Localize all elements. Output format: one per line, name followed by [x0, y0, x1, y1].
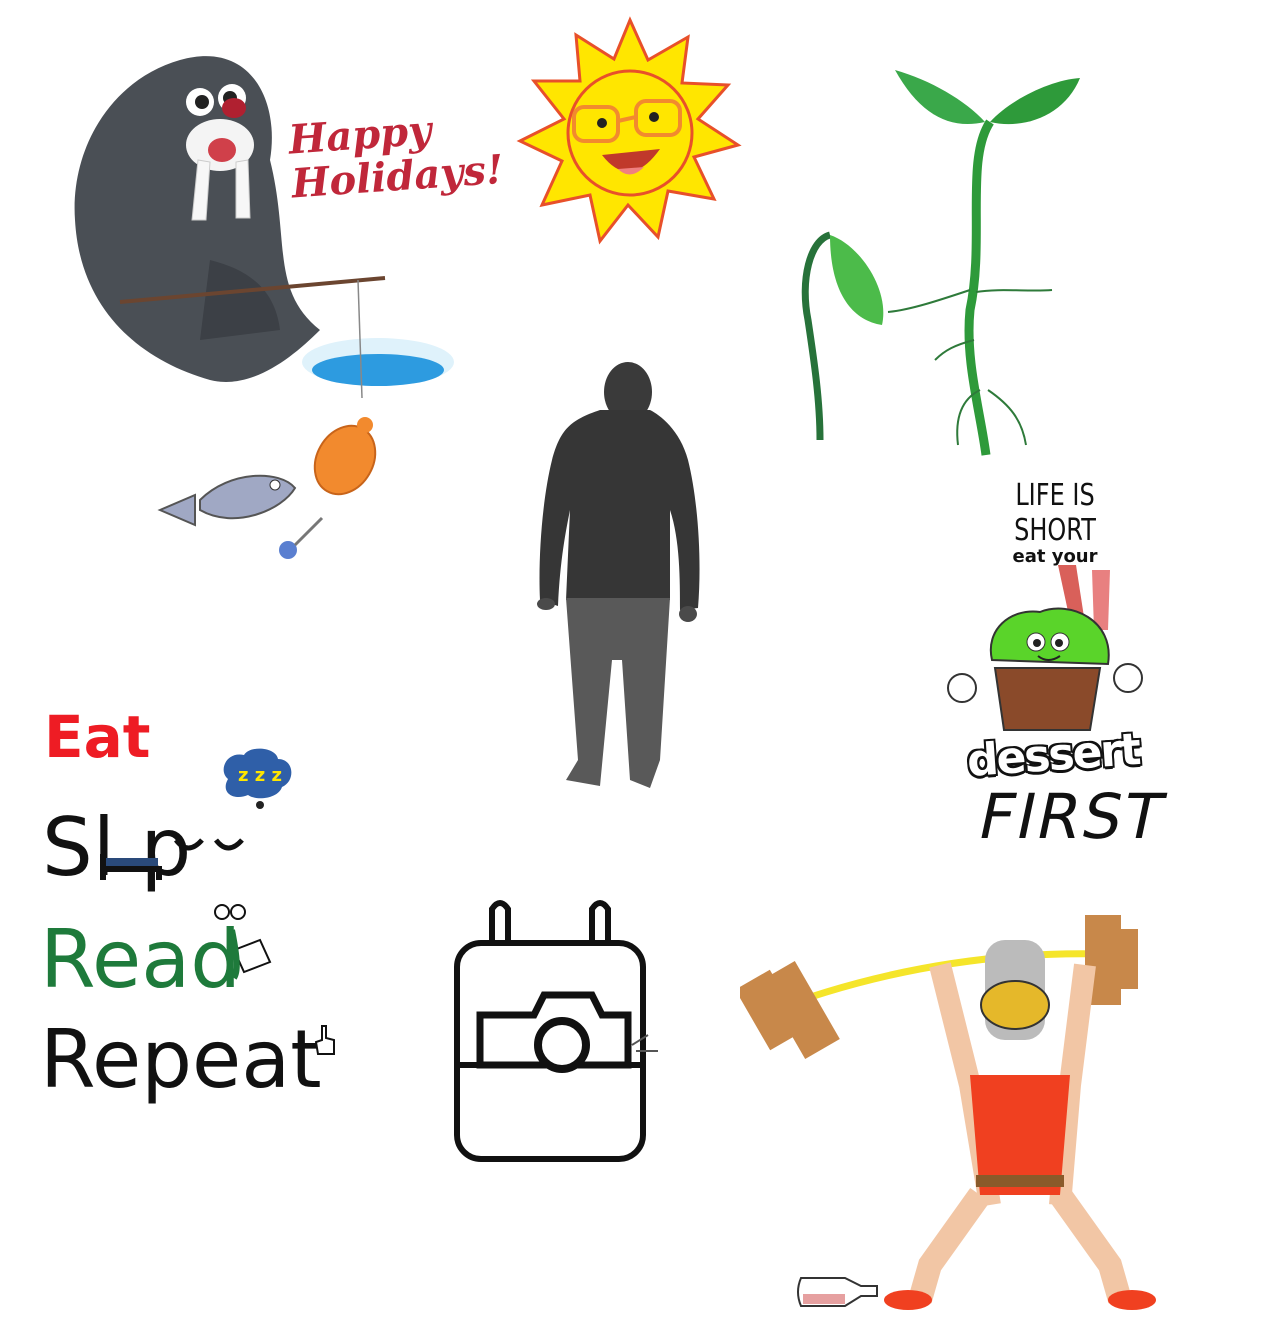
cupcake-sticker: [940, 560, 1150, 740]
first-word: FIRST: [972, 780, 1173, 853]
sprout-icon: [801, 70, 1080, 456]
weightlifter-sticker: [740, 905, 1160, 1315]
holiday-greeting: Happy Holidays!: [287, 105, 505, 208]
camera-bag-sticker: [452, 895, 677, 1165]
bottle-sticker: [795, 1272, 885, 1312]
sun-with-glasses-icon: [516, 16, 742, 245]
walking-man-sticker: [530, 360, 710, 800]
sprout-sticker: [790, 60, 1090, 460]
life-is-short-caption: LIFE IS SHORT eat your: [960, 478, 1150, 567]
walking-man-silhouette-icon: [537, 362, 700, 788]
eat-word: Eat: [44, 703, 151, 771]
camera-bag-icon: [454, 900, 658, 1162]
pointing-hand-icon: [312, 1024, 338, 1058]
zzz-cloud-icon: z z z: [216, 745, 296, 815]
closed-eyes-icon: [172, 832, 252, 862]
life-is-short-title: LIFE IS SHORT: [1014, 478, 1096, 548]
bed-icon: [98, 850, 168, 890]
cupcake-icon: [947, 565, 1143, 731]
reading-book-icon: [208, 900, 278, 980]
sun-sticker: [510, 15, 750, 255]
repeat-word: Repeat: [40, 1013, 322, 1106]
bottle-icon: [797, 1277, 878, 1307]
weightlifter-icon: [740, 915, 1156, 1310]
svg-text:z z z: z z z: [238, 765, 282, 786]
